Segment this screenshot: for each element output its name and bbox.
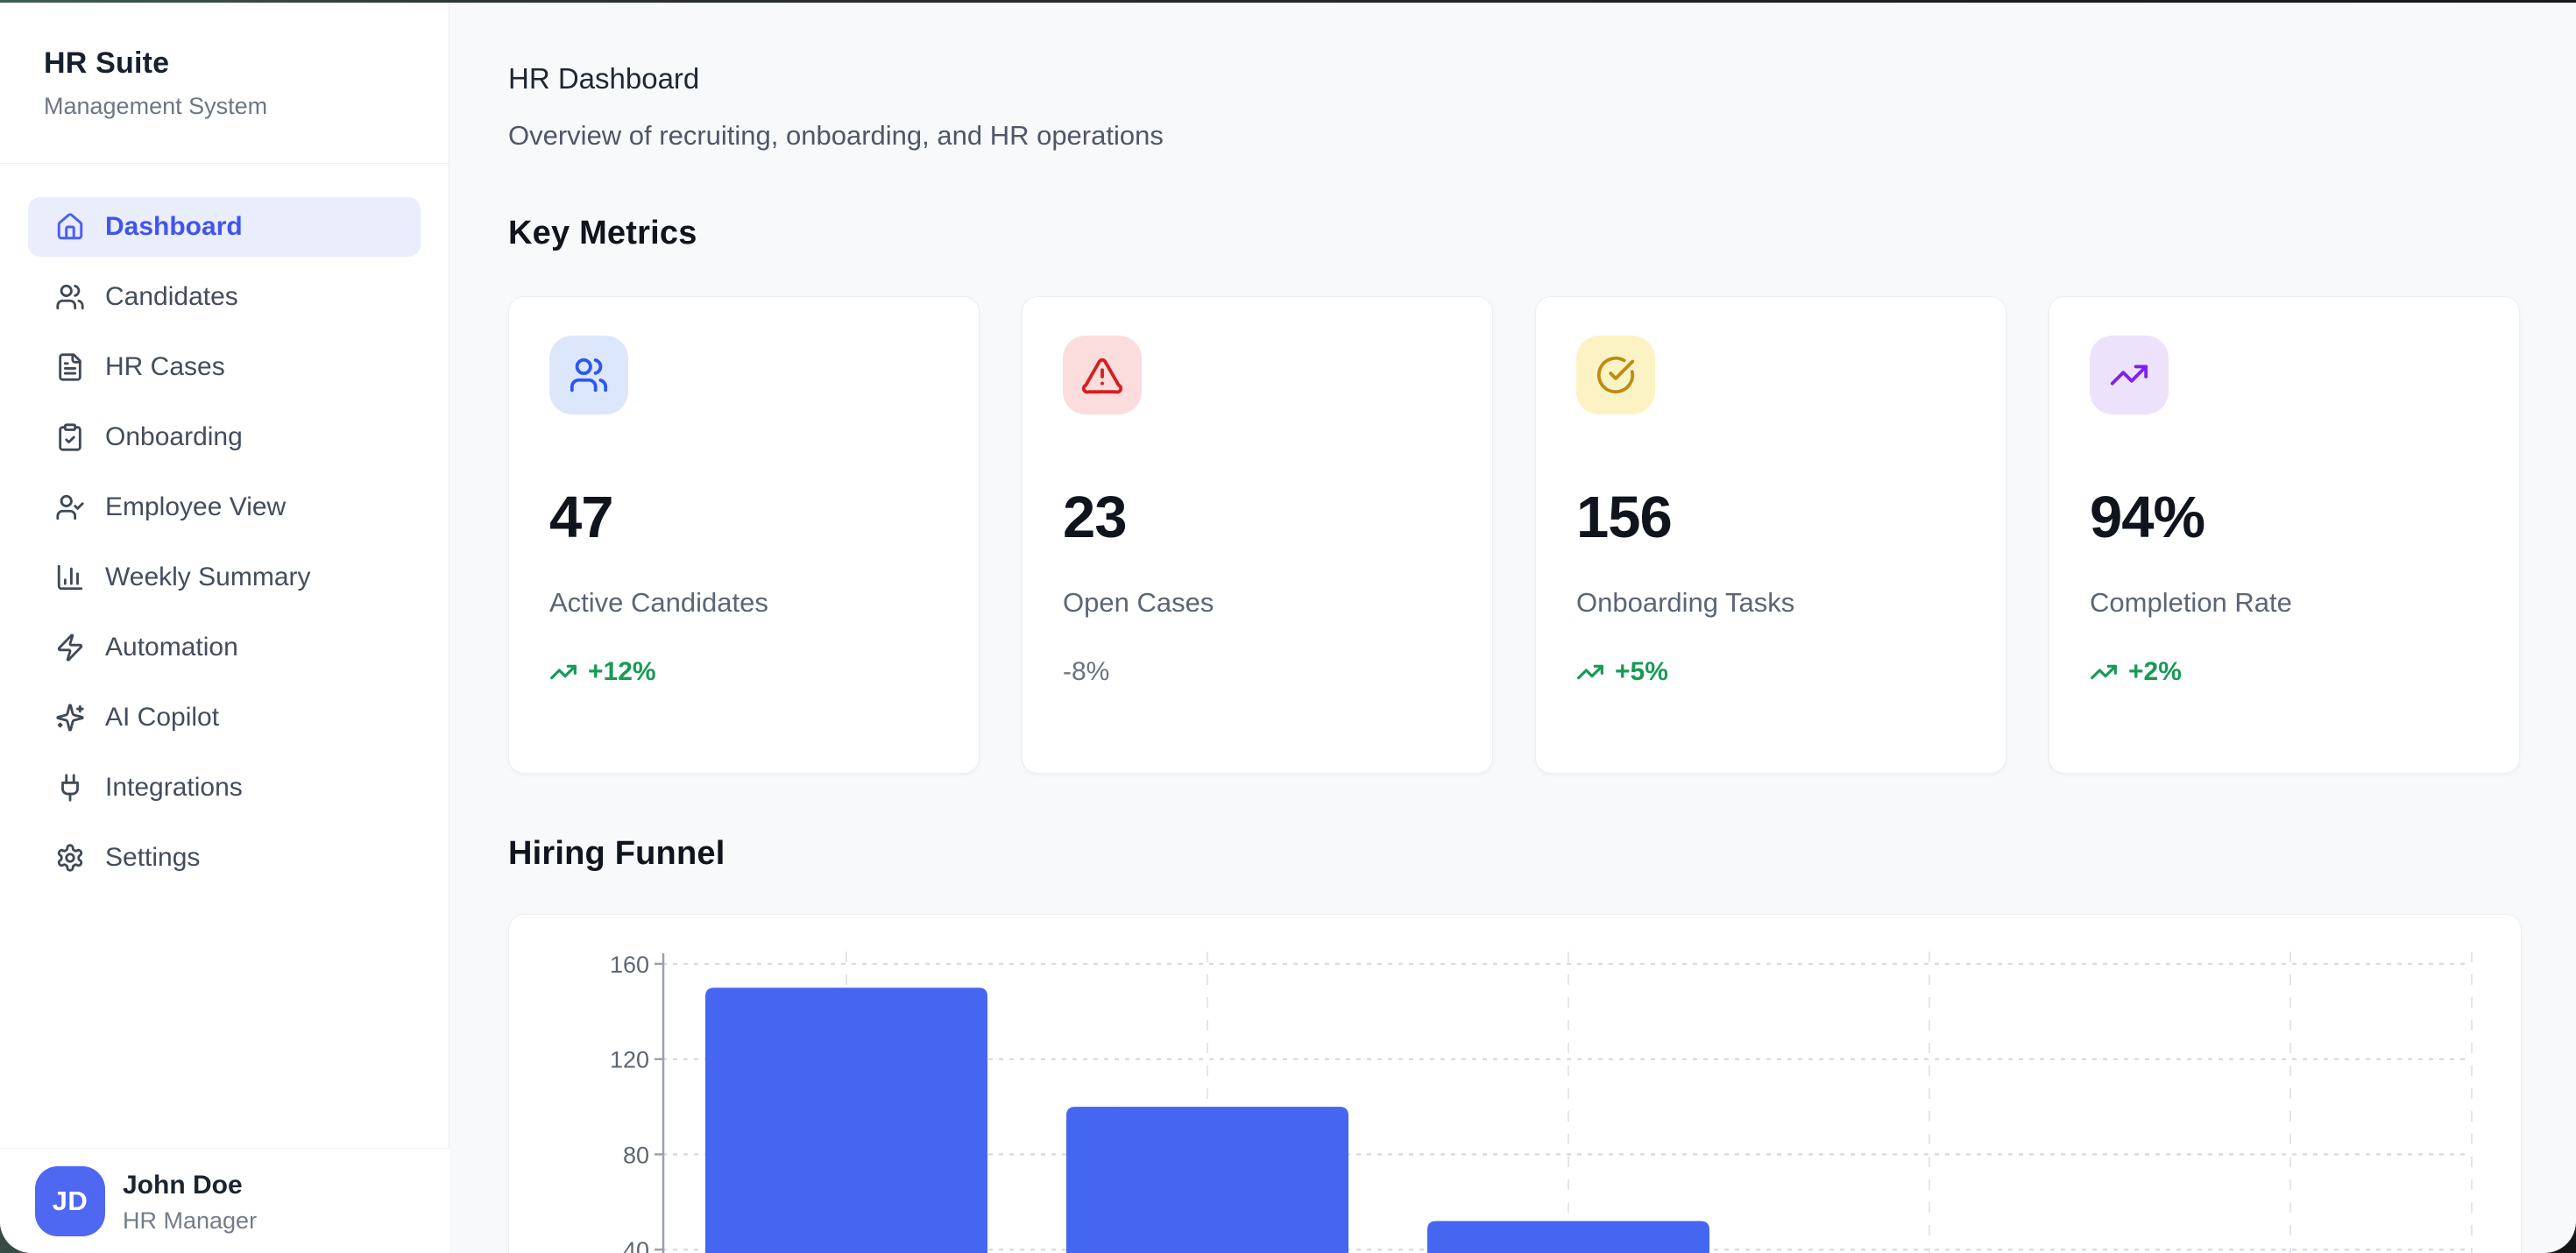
trending-up-icon xyxy=(2090,658,2118,686)
funnel-bar[interactable] xyxy=(1427,1221,1709,1253)
circle-check-icon xyxy=(1576,336,1655,414)
svg-text:120: 120 xyxy=(610,1047,649,1073)
hiring-funnel-heading: Hiring Funnel xyxy=(508,835,725,873)
sidebar-item-onboarding[interactable]: Onboarding xyxy=(28,407,421,467)
user-role: HR Manager xyxy=(123,1207,257,1235)
trending-up-icon xyxy=(2090,336,2169,414)
desktop-background: HR Suite Management System Dashboard Can… xyxy=(0,0,2576,1253)
users-icon xyxy=(54,281,86,313)
page-title: HR Dashboard xyxy=(508,62,699,96)
plug-icon xyxy=(54,772,86,803)
metric-cards-row: 47 Active Candidates +12% 23 Open Cases … xyxy=(508,296,2520,774)
metric-card-onboarding-tasks: 156 Onboarding Tasks +5% xyxy=(1535,296,2006,774)
app-subtitle: Management System xyxy=(44,93,449,120)
sidebar-item-label: HR Cases xyxy=(105,352,225,382)
user-check-icon xyxy=(54,492,86,523)
metric-trend: +12% xyxy=(549,657,938,687)
metric-trend: -8% xyxy=(1063,657,1452,687)
sidebar-item-label: Integrations xyxy=(105,773,243,803)
page-subtitle: Overview of recruiting, onboarding, and … xyxy=(508,120,1164,152)
sidebar-item-label: Candidates xyxy=(105,282,238,312)
home-icon xyxy=(54,211,86,243)
svg-text:160: 160 xyxy=(610,952,649,978)
sidebar-item-label: Settings xyxy=(105,843,200,873)
metric-value: 94% xyxy=(2090,488,2479,547)
metric-value: 156 xyxy=(1576,488,1965,547)
sidebar-item-employee-view[interactable]: Employee View xyxy=(28,478,421,537)
metric-trend: +2% xyxy=(2090,657,2479,687)
sidebar-item-ai-copilot[interactable]: AI Copilot xyxy=(28,688,421,747)
user-name: John Doe xyxy=(123,1171,243,1200)
alert-triangle-icon xyxy=(1063,336,1142,414)
clipboard-check-icon xyxy=(54,421,86,453)
trending-up-icon xyxy=(1576,658,1604,686)
sparkles-icon xyxy=(54,702,86,733)
svg-text:80: 80 xyxy=(623,1142,649,1168)
metric-trend: +5% xyxy=(1576,657,1965,687)
sidebar-item-settings[interactable]: Settings xyxy=(28,828,421,888)
trending-up-icon xyxy=(549,658,577,686)
key-metrics-heading: Key Metrics xyxy=(508,215,697,252)
metric-value: 23 xyxy=(1063,488,1452,547)
svg-text:40: 40 xyxy=(623,1237,649,1253)
avatar: JD xyxy=(35,1166,105,1236)
metric-value: 47 xyxy=(549,488,938,547)
sidebar-item-candidates[interactable]: Candidates xyxy=(28,267,421,327)
gear-icon xyxy=(54,842,86,874)
metric-label: Onboarding Tasks xyxy=(1576,587,1965,619)
sidebar-item-weekly-summary[interactable]: Weekly Summary xyxy=(28,548,421,607)
sidebar-item-label: Employee View xyxy=(105,492,286,522)
hiring-funnel-chart: 40 80 120 160 xyxy=(509,915,2521,1253)
bar-chart-icon xyxy=(54,562,86,593)
hr-suite-window: HR Suite Management System Dashboard Can… xyxy=(0,3,2576,1253)
zap-icon xyxy=(54,632,86,663)
hiring-funnel-card: 40 80 120 160 xyxy=(508,914,2522,1253)
sidebar-item-automation[interactable]: Automation xyxy=(28,618,421,677)
metric-label: Open Cases xyxy=(1063,587,1452,619)
sidebar-item-label: Weekly Summary xyxy=(105,563,311,592)
sidebar-item-label: Onboarding xyxy=(105,422,243,452)
funnel-bar[interactable] xyxy=(705,988,987,1253)
metric-card-completion-rate: 94% Completion Rate +2% xyxy=(2049,296,2520,774)
sidebar-item-dashboard[interactable]: Dashboard xyxy=(28,197,421,257)
metric-card-open-cases: 23 Open Cases -8% xyxy=(1022,296,1493,774)
user-profile[interactable]: JD John Doe HR Manager xyxy=(0,1148,449,1253)
sidebar-item-label: Dashboard xyxy=(105,212,243,242)
metric-card-active-candidates: 47 Active Candidates +12% xyxy=(508,296,980,774)
app-title: HR Suite xyxy=(44,46,449,81)
sidebar-header: HR Suite Management System xyxy=(0,3,449,164)
sidebar-item-label: Automation xyxy=(105,633,238,662)
metric-label: Completion Rate xyxy=(2090,587,2479,619)
sidebar-item-label: AI Copilot xyxy=(105,703,219,733)
funnel-bar[interactable] xyxy=(1066,1107,1348,1253)
sidebar-item-integrations[interactable]: Integrations xyxy=(28,758,421,818)
metric-label: Active Candidates xyxy=(549,587,938,619)
sidebar-nav: Dashboard Candidates HR Cases xyxy=(0,164,449,888)
sidebar-item-hr-cases[interactable]: HR Cases xyxy=(28,337,421,397)
users-icon xyxy=(549,336,628,414)
sidebar: HR Suite Management System Dashboard Can… xyxy=(0,3,449,1253)
file-text-icon xyxy=(54,351,86,383)
